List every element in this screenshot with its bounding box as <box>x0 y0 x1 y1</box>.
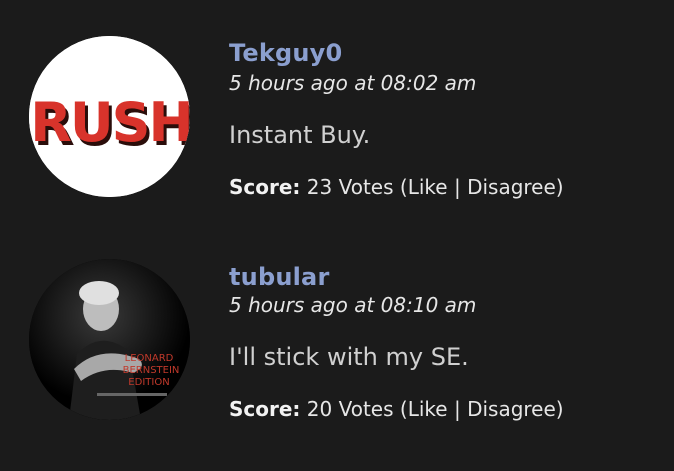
vote-paren-close: ) <box>555 397 564 421</box>
comment: LEONARD BERNSTEIN EDITION tubular 5 hour… <box>0 225 674 471</box>
comment: RUSH RUSH Tekguy0 5 hours ago at 08:02 a… <box>0 0 674 225</box>
disagree-link[interactable]: Disagree <box>467 397 556 421</box>
cover-title-line-2: BERNSTEIN <box>123 365 180 376</box>
avatar[interactable]: LEONARD BERNSTEIN EDITION <box>29 259 190 420</box>
username-link[interactable]: Tekguy0 <box>229 39 342 67</box>
cover-title-line-3: EDITION <box>128 377 169 388</box>
comment-body: I'll stick with my SE. <box>229 343 469 371</box>
vote-count: 20 Votes <box>306 397 394 421</box>
score-label: Score: <box>229 175 301 199</box>
like-link[interactable]: Like <box>408 175 448 199</box>
comment-timestamp: 5 hours ago at 08:10 am <box>229 293 477 317</box>
score-line: Score: 20 Votes (Like | Disagree) <box>229 397 564 421</box>
score-label: Score: <box>229 397 301 421</box>
vote-paren-open: ( <box>399 397 408 421</box>
cover-title-line-1: LEONARD <box>125 353 174 364</box>
cover-subtitle-bar <box>97 393 167 396</box>
vote-count: 23 Votes <box>306 175 394 199</box>
rush-logo-text: RUSH <box>30 91 190 154</box>
username-link[interactable]: tubular <box>229 263 329 291</box>
avatar[interactable]: RUSH RUSH <box>29 36 190 197</box>
album-cover-avatar-icon: LEONARD BERNSTEIN EDITION <box>29 259 190 420</box>
vote-separator: | <box>453 175 461 199</box>
comment-body: Instant Buy. <box>229 121 371 149</box>
vote-paren-open: ( <box>399 175 408 199</box>
rush-logo-avatar-icon: RUSH RUSH <box>29 36 190 197</box>
score-line: Score: 23 Votes (Like | Disagree) <box>229 175 564 199</box>
vote-separator: | <box>453 397 461 421</box>
vote-paren-close: ) <box>555 175 564 199</box>
comment-timestamp: 5 hours ago at 08:02 am <box>229 71 477 95</box>
like-link[interactable]: Like <box>408 397 448 421</box>
portrait-hair <box>79 281 119 305</box>
disagree-link[interactable]: Disagree <box>467 175 556 199</box>
